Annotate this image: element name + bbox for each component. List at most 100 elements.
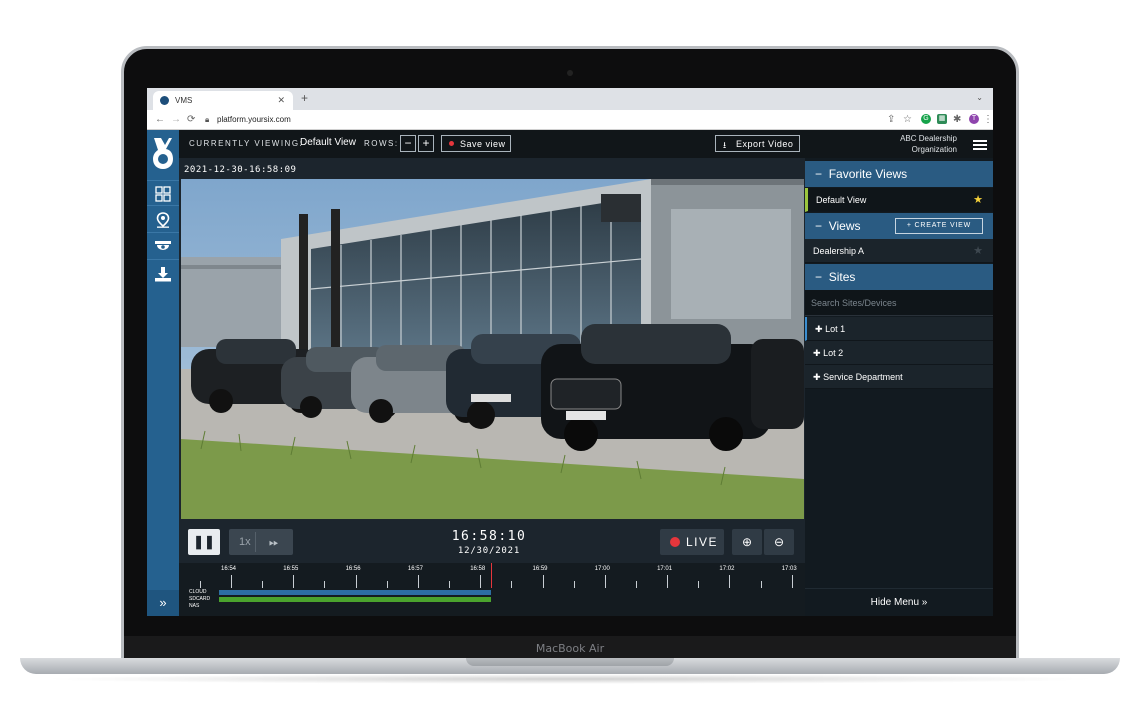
favicon-icon — [160, 96, 169, 105]
org-name: ABC Dealership Organization — [900, 133, 957, 155]
views-header[interactable]: − Views + CREATE VIEW — [805, 213, 993, 239]
laptop-brand: MacBook Air — [535, 642, 605, 655]
timeline-minor-tick — [511, 581, 513, 588]
favorite-view-item[interactable]: Default View ★ — [805, 188, 993, 212]
timeline-tick-label: 16:55 — [283, 566, 299, 572]
timeline-minor-tick — [199, 581, 201, 588]
timeline-cursor[interactable] — [491, 563, 492, 588]
camera-icon[interactable] — [147, 234, 179, 260]
currently-viewing-label: CURRENTLY VIEWING: — [189, 139, 304, 148]
storage-label-cloud: CLOUD — [189, 589, 207, 595]
org-line-2: Organization — [911, 145, 957, 154]
live-button[interactable]: LIVE — [660, 529, 724, 555]
create-view-button[interactable]: + CREATE VIEW — [895, 218, 983, 234]
current-view-name: Default View — [300, 137, 356, 148]
export-video-label: Export Video — [736, 139, 794, 149]
timeline-major-tick — [667, 575, 669, 588]
view-toolbar: CURRENTLY VIEWING: Default View ROWS: − … — [179, 130, 805, 158]
rows-decrease-button[interactable]: − — [400, 135, 416, 152]
search-input[interactable]: Search Sites/Devices — [805, 290, 993, 316]
rows-label: ROWS: — [364, 139, 399, 148]
timeline-minor-tick — [449, 581, 451, 588]
tab-title: VMS — [175, 96, 193, 105]
export-video-button[interactable]: ⭳ Export Video — [715, 135, 800, 152]
star-icon[interactable]: ★ — [973, 244, 983, 257]
favorite-views-header[interactable]: − Favorite Views — [805, 161, 993, 187]
map-pin-icon[interactable] — [147, 207, 179, 233]
timeline-minor-tick — [698, 581, 700, 588]
plus-icon: ✚ — [815, 324, 823, 334]
star-icon[interactable]: ★ — [973, 193, 983, 206]
timeline-tick-label: 16:58 — [470, 566, 486, 572]
back-icon[interactable]: ← — [155, 114, 165, 125]
timeline-minor-tick — [324, 581, 326, 588]
hide-menu-label: Hide Menu — [870, 597, 919, 608]
timeline-major-tick — [417, 575, 419, 588]
camera-video-feed[interactable] — [181, 179, 804, 519]
storage-label-sdcard: SDCARD — [189, 596, 211, 602]
storage-label-nas: NAS — [189, 603, 200, 609]
playback-controls: ❚❚ 1x ⏩︎ 16:58:10 12/30/2021 LIVE ⊕ ⊖ — [179, 519, 805, 563]
share-icon[interactable]: ⇪ — [887, 114, 895, 125]
zoom-out-icon[interactable]: ⊖ — [764, 529, 794, 555]
laptop-chin: MacBook Air — [124, 636, 1016, 660]
forward-icon[interactable]: → — [171, 114, 181, 125]
product-shot: MacBook Air VMS ✕ + ⌄ ← → ⟳ 🔒︎ platform.… — [0, 0, 1140, 723]
plus-icon: ✚ — [813, 372, 821, 382]
profile-avatar[interactable]: T — [969, 114, 979, 124]
rows-increase-button[interactable]: + — [418, 135, 434, 152]
menu-icon[interactable] — [973, 140, 987, 150]
speed-divider — [255, 532, 256, 552]
save-view-button[interactable]: Save view — [441, 135, 511, 152]
sites-header[interactable]: − Sites — [805, 264, 993, 290]
extension-grammarly-icon[interactable]: G — [921, 114, 931, 124]
site-item-service-department[interactable]: ✚ Service Department — [805, 365, 993, 389]
cloud-recording-bar — [219, 590, 491, 595]
grid-icon[interactable] — [147, 180, 179, 206]
url-text[interactable]: platform.yoursix.com — [217, 115, 291, 124]
timeline[interactable]: 16:54 16:55 16:56 16:57 16:58 16:59 17:00 17:01… — [179, 563, 824, 616]
reload-icon[interactable]: ⟳ — [187, 114, 195, 125]
lock-icon: 🔒︎ — [205, 115, 210, 124]
speed-control: 1x ⏩︎ — [229, 529, 293, 555]
address-bar: ← → ⟳ 🔒︎ platform.yoursix.com ⇪ ☆ G ▦ ✱ … — [147, 110, 993, 130]
extension-sheet-icon[interactable]: ▦ — [937, 114, 947, 124]
new-tab-button[interactable]: + — [301, 91, 308, 105]
site-item-lot-2[interactable]: ✚ Lot 2 — [805, 341, 993, 365]
save-view-label: Save view — [460, 139, 506, 149]
screen: VMS ✕ + ⌄ ← → ⟳ 🔒︎ platform.yoursix.com … — [147, 88, 993, 616]
hide-menu-button[interactable]: Hide Menu » — [805, 588, 993, 616]
views-title: Views — [828, 219, 861, 233]
zoom-in-icon[interactable]: ⊕ — [732, 529, 762, 555]
timeline-minor-tick — [573, 581, 575, 588]
fast-forward-icon[interactable]: ⏩︎ — [269, 529, 279, 555]
view-item-label: Dealership A — [813, 246, 865, 256]
playback-time: 16:58:10 — [451, 529, 527, 544]
close-tab-icon[interactable]: ✕ — [277, 95, 285, 106]
download-icon[interactable] — [147, 261, 179, 287]
org-header: ABC Dealership Organization — [805, 130, 993, 158]
pause-icon[interactable]: ❚❚ — [188, 529, 220, 555]
bookmark-star-icon[interactable]: ☆ — [903, 114, 912, 125]
download-icon: ⭳ — [723, 140, 727, 150]
live-label: LIVE — [686, 535, 719, 549]
timeline-major-tick — [604, 575, 606, 588]
playback-date: 12/30/2021 — [457, 546, 521, 556]
timeline-tick-label: 16:54 — [221, 566, 237, 572]
playback-speed[interactable]: 1x — [239, 529, 251, 555]
site-item-lot-1[interactable]: ✚ Lot 1 — [805, 317, 993, 341]
extensions-puzzle-icon[interactable]: ✱ — [953, 114, 961, 125]
browser-tab[interactable]: VMS ✕ — [153, 91, 293, 110]
tab-search-chevron-icon[interactable]: ⌄ — [976, 93, 983, 102]
laptop-notch — [466, 658, 674, 666]
timeline-major-tick — [355, 575, 357, 588]
expand-icon[interactable]: » — [147, 590, 179, 616]
browser-menu-icon[interactable]: ⋮ — [983, 114, 993, 125]
laptop-camera — [567, 70, 573, 76]
timeline-tick-label: 16:56 — [345, 566, 361, 572]
timeline-minor-tick — [262, 581, 264, 588]
browser-tab-bar: VMS ✕ + ⌄ — [147, 88, 993, 110]
view-item-dealership-a[interactable]: Dealership A ★ — [805, 239, 993, 263]
timeline-minor-tick — [760, 581, 762, 588]
collapse-icon: − — [815, 219, 823, 233]
